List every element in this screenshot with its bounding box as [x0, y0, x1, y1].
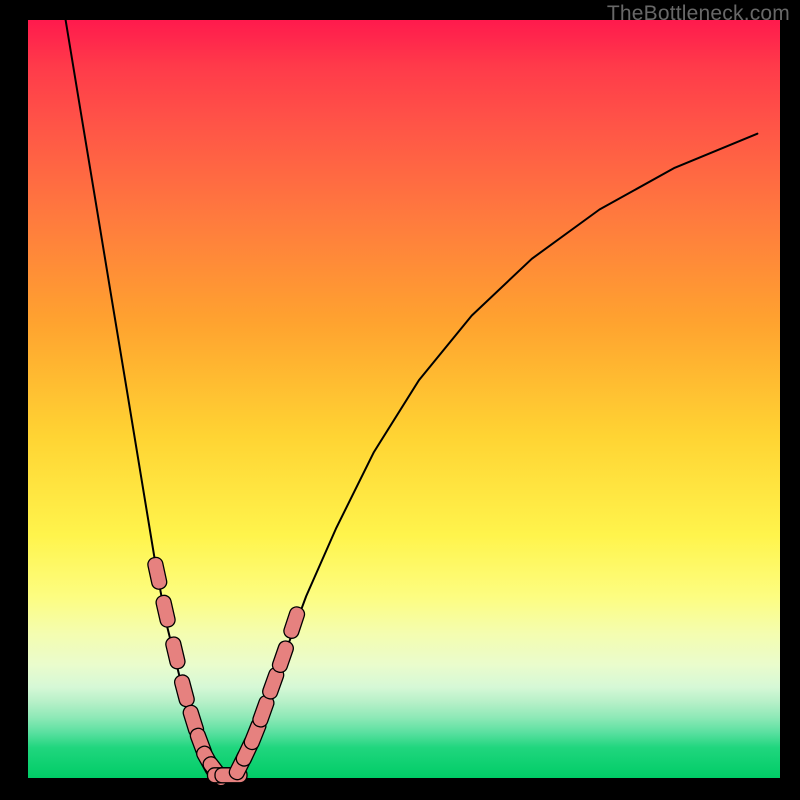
marker-right-markers-6 [282, 605, 306, 640]
chart-svg [28, 20, 780, 778]
marker-right-markers-5 [271, 639, 296, 674]
chart-frame: TheBottleneck.com [0, 0, 800, 800]
marker-left-markers-1 [155, 594, 177, 629]
marker-left-markers-2 [164, 636, 186, 671]
marker-left-markers-3 [173, 673, 196, 708]
marker-group [147, 556, 307, 788]
series-right-curve [231, 134, 757, 775]
watermark-text: TheBottleneck.com [607, 2, 790, 26]
series-left-curve [66, 20, 224, 774]
marker-left-markers-0 [147, 556, 168, 590]
